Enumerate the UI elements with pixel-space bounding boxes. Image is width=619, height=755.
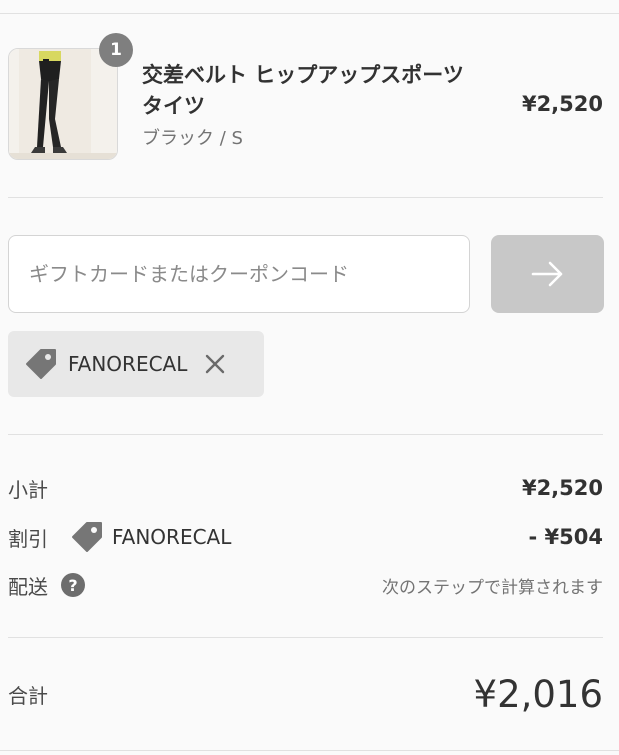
help-icon[interactable]: ? (60, 572, 86, 598)
shipping-row: 配送 ? 次のステップで計算されます (8, 570, 603, 600)
total-label: 合計 (8, 683, 48, 708)
applied-discount-code: FANORECAL (68, 352, 188, 376)
tag-icon (26, 349, 56, 379)
subtotal-label: 小計 (8, 477, 48, 502)
product-image (8, 48, 118, 160)
divider (8, 197, 603, 198)
subtotal-row: 小計 ¥2,520 (8, 473, 603, 503)
divider (8, 637, 603, 638)
apply-coupon-button[interactable] (491, 235, 604, 313)
shipping-note: 次のステップで計算されます (382, 577, 603, 598)
discount-label: 割引 (8, 526, 48, 551)
close-icon[interactable] (205, 354, 225, 374)
cart-line-item: 1 交差ベルト ヒップアップスポーツタイツ ブラック / S ¥2,520 (8, 33, 603, 164)
coupon-code-input[interactable] (8, 235, 470, 313)
arrow-right-icon (531, 261, 562, 287)
svg-text:?: ? (68, 576, 77, 595)
product-name: 交差ベルト ヒップアップスポーツタイツ (142, 63, 464, 118)
tag-icon (72, 522, 102, 552)
subtotal-value: ¥2,520 (521, 476, 603, 500)
top-divider (0, 13, 619, 14)
discount-row: 割引 FANORECAL - ¥504 (8, 522, 603, 552)
product-variant: ブラック / S (142, 128, 243, 149)
bottom-divider (0, 750, 619, 751)
divider (8, 434, 603, 435)
shipping-label: 配送 (8, 574, 48, 599)
total-value: ¥2,016 (473, 672, 603, 716)
discount-code: FANORECAL (112, 525, 232, 549)
applied-discount-chip: FANORECAL (8, 331, 264, 397)
quantity-badge: 1 (99, 33, 133, 67)
discount-value: - ¥504 (528, 525, 603, 549)
total-row: 合計 ¥2,016 (8, 670, 603, 718)
product-price: ¥2,520 (521, 92, 603, 116)
